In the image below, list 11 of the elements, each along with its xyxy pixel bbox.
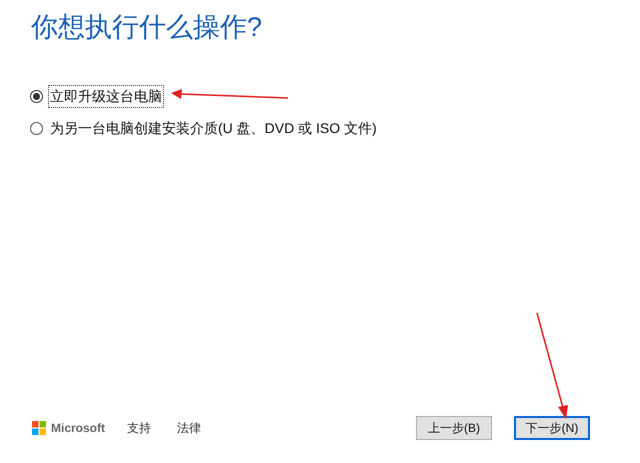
footer-link[interactable]: 支持 xyxy=(127,419,151,437)
back-button[interactable]: 上一步(B) xyxy=(416,416,492,440)
option-label[interactable]: 立即升级这台电脑 xyxy=(49,86,163,107)
radio-button[interactable] xyxy=(30,90,43,103)
radio-button[interactable] xyxy=(30,122,43,135)
option-label[interactable]: 为另一台电脑创建安装介质(U 盘、DVD 或 ISO 文件) xyxy=(49,118,378,139)
logo-icon xyxy=(32,421,46,435)
brand-name: Microsoft xyxy=(51,420,105,437)
page-title: 你想执行什么操作? xyxy=(31,14,262,41)
footer-link[interactable]: 法律 xyxy=(177,419,201,437)
next-button[interactable]: 下一步(N) xyxy=(514,416,590,440)
